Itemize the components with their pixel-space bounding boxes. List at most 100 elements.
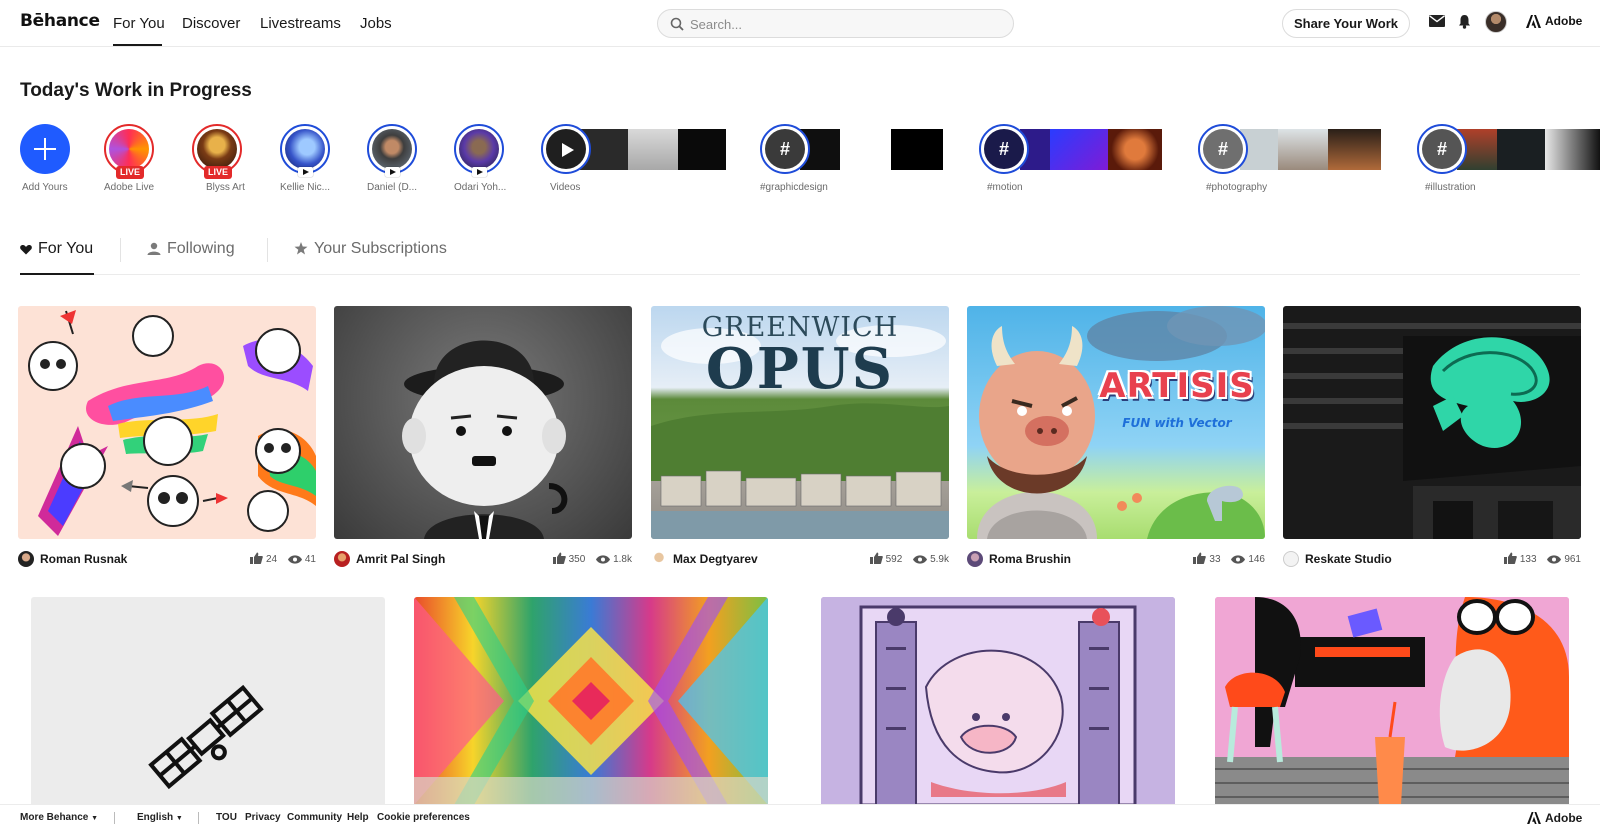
project-stats: 33 146 <box>1193 552 1265 565</box>
wip-item-label: #photography <box>1206 182 1268 193</box>
wip-item-label: Add Yours <box>22 182 68 193</box>
kellie-avatar <box>285 129 325 169</box>
footer-link-community[interactable]: Community <box>287 812 342 823</box>
likes-count: 33 <box>1209 554 1221 565</box>
wip-item-label: #graphicdesign <box>760 182 828 193</box>
likes-count: 350 <box>568 554 586 565</box>
footer-adobe-label: Adobe <box>1545 811 1583 825</box>
user-avatar[interactable] <box>1485 11 1507 33</box>
share-your-work-button[interactable]: Share Your Work <box>1282 9 1410 38</box>
thumbs-up-icon <box>552 552 566 564</box>
thumbs-up-icon <box>869 552 883 564</box>
mail-icon[interactable] <box>1429 15 1445 27</box>
views-count: 41 <box>304 554 316 565</box>
skulls-illustration <box>28 310 316 536</box>
views-count: 146 <box>1248 554 1265 565</box>
heart-icon <box>20 245 32 255</box>
hashtag-icon: # <box>984 129 1024 169</box>
project-thumbnail[interactable] <box>1215 597 1569 805</box>
nav-link-discover[interactable]: Discover <box>182 15 240 32</box>
footer-link-help[interactable]: Help <box>347 812 369 823</box>
nav-link-jobs[interactable]: Jobs <box>360 15 392 32</box>
top-navigation: Bēhance For You Discover Livestreams Job… <box>0 0 1600 47</box>
tab-for-you[interactable]: For You <box>20 240 93 258</box>
owner-avatar[interactable] <box>651 551 667 567</box>
owner-name[interactable]: Amrit Pal Singh <box>356 552 445 566</box>
blyss-art-avatar <box>197 129 237 169</box>
footer-separator <box>114 812 115 824</box>
footer-adobe-link[interactable]: Adobe <box>1527 811 1582 825</box>
owner-name[interactable]: Roma Brushin <box>989 552 1071 566</box>
active-nav-indicator <box>113 44 162 46</box>
project-thumbnail[interactable] <box>31 597 385 805</box>
owner-name[interactable]: Max Degtyarev <box>673 552 758 566</box>
wip-item-label: Kellie Nic... <box>280 182 331 193</box>
footer: More Behance ▼ English ▼ TOU Privacy Com… <box>0 804 1600 828</box>
active-tab-indicator <box>20 273 94 275</box>
views-count: 961 <box>1564 554 1581 565</box>
hashtag-icon: # <box>765 129 805 169</box>
adobe-logo-icon <box>1527 812 1541 824</box>
adobe-label: Adobe <box>1545 14 1583 28</box>
graphicdesign-preview-black[interactable] <box>891 129 943 170</box>
owner-avatar[interactable] <box>1283 551 1299 567</box>
hashtag-icon: # <box>1203 129 1243 169</box>
creature-poster-illustration <box>821 597 1175 805</box>
adobe-link[interactable]: Adobe <box>1526 14 1582 28</box>
views-eye-icon <box>913 555 928 564</box>
adobe-live-avatar <box>109 129 149 169</box>
project-thumbnail[interactable] <box>821 597 1175 805</box>
project-stats: 133 961 <box>1503 552 1581 565</box>
footer-link-tou[interactable]: TOU <box>216 812 237 823</box>
motion-preview-strip[interactable] <box>1020 129 1162 170</box>
footer-language-select[interactable]: English ▼ <box>137 812 183 823</box>
project-thumbnail[interactable]: ARTISIS FUN with Vector <box>967 306 1265 539</box>
project-meta: Roma Brushin 33 146 <box>967 549 1265 569</box>
project-thumbnail[interactable] <box>1283 306 1581 539</box>
add-yours-button[interactable] <box>20 124 70 174</box>
wip-item-label: Daniel (D... <box>367 182 418 193</box>
project-meta: Max Degtyarev 592 5.9k <box>651 549 949 569</box>
videos-preview-strip[interactable] <box>580 129 726 170</box>
footer-separator <box>198 812 199 824</box>
wip-item-label: #motion <box>987 182 1023 193</box>
behance-logo[interactable]: Bēhance <box>20 11 100 31</box>
photography-preview-strip[interactable] <box>1240 129 1381 170</box>
hashtag-icon: # <box>1422 129 1462 169</box>
project-thumbnail[interactable]: GREENWICH OPUS <box>651 306 949 539</box>
project-meta: Roman Rusnak 24 41 <box>18 549 316 569</box>
tab-separator <box>120 238 121 262</box>
project-stats: 350 1.8k <box>552 552 632 565</box>
footer-link-cookie-preferences[interactable]: Cookie preferences <box>377 812 470 823</box>
artwork-title-main: OPUS <box>705 336 895 402</box>
project-thumbnail[interactable] <box>334 306 632 539</box>
nav-link-livestreams[interactable]: Livestreams <box>260 15 341 32</box>
footer-more-behance[interactable]: More Behance ▼ <box>20 812 98 823</box>
footer-link-privacy[interactable]: Privacy <box>245 812 281 823</box>
views-eye-icon <box>287 555 302 564</box>
chevron-down-icon: ▼ <box>175 815 183 822</box>
notification-bell-icon[interactable] <box>1458 14 1471 29</box>
views-eye-icon <box>596 555 611 564</box>
dragon-mural-illustration <box>1283 323 1581 539</box>
thumbs-up-icon <box>1193 552 1207 564</box>
satellite-illustration <box>148 684 264 790</box>
owner-avatar[interactable] <box>334 551 350 567</box>
project-meta: Reskate Studio 133 961 <box>1283 549 1581 569</box>
nav-link-for-you[interactable]: For You <box>113 15 165 32</box>
project-thumbnail[interactable] <box>414 597 768 805</box>
illustration-preview-strip[interactable] <box>1457 129 1600 170</box>
project-thumbnail[interactable] <box>18 306 316 539</box>
search-box <box>657 9 1014 38</box>
video-play-icon <box>472 167 487 177</box>
tab-your-subscriptions[interactable]: Your Subscriptions <box>294 240 447 258</box>
owner-name[interactable]: Reskate Studio <box>1305 552 1392 566</box>
tab-label: Following <box>167 240 235 257</box>
owner-avatar[interactable] <box>18 551 34 567</box>
project-stats: 24 41 <box>249 552 316 565</box>
owner-avatar[interactable] <box>967 551 983 567</box>
owner-name[interactable]: Roman Rusnak <box>40 552 127 566</box>
play-icon <box>562 143 574 157</box>
tab-following[interactable]: Following <box>147 240 235 258</box>
search-input[interactable] <box>690 14 990 34</box>
